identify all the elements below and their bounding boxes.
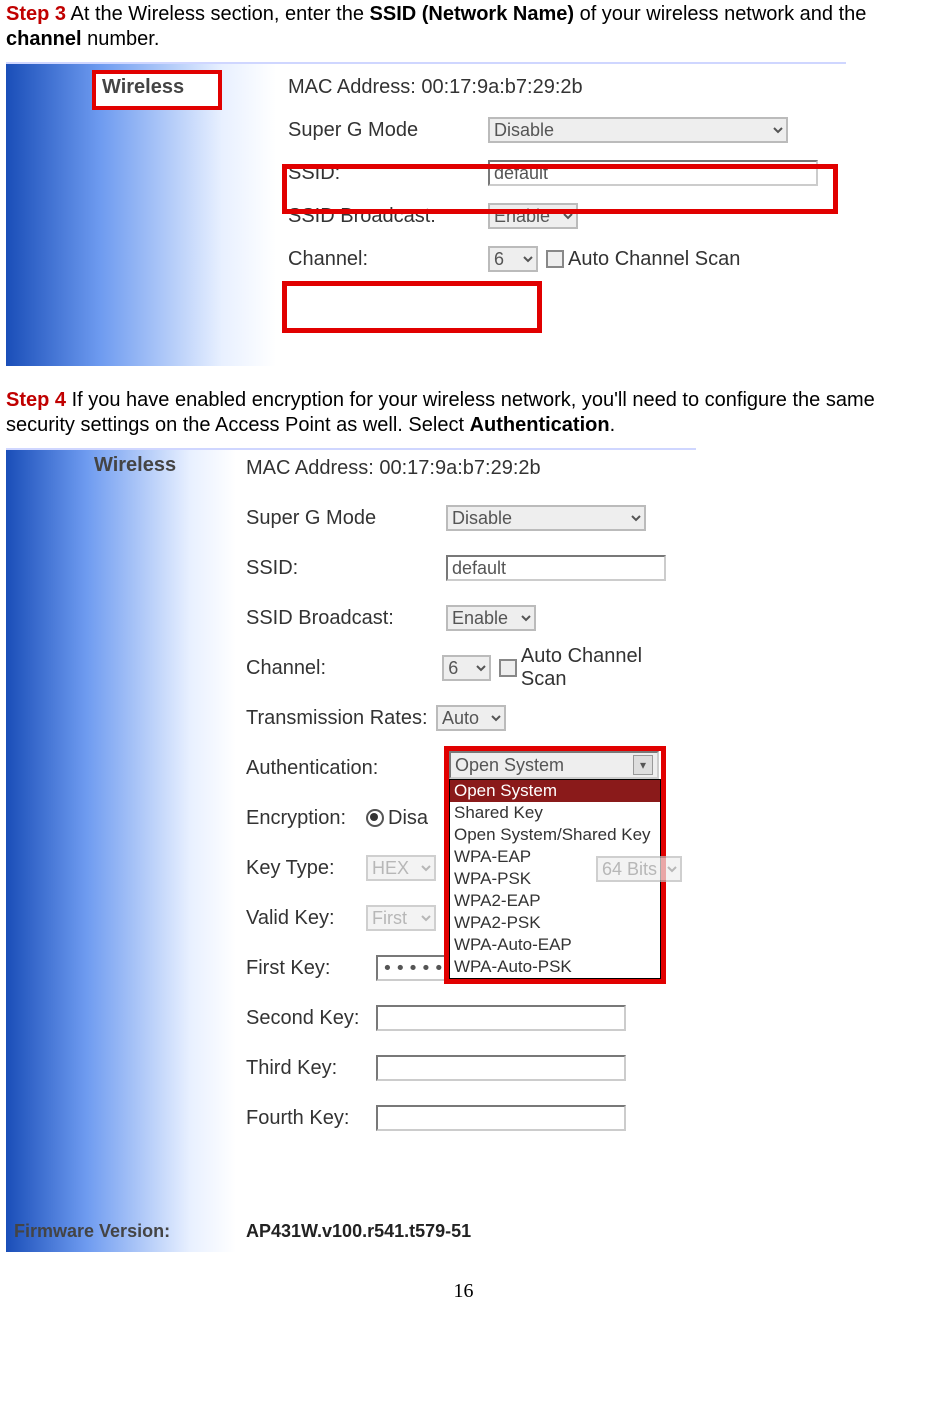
fig1-mac-address: MAC Address: 00:17:9a:b7:29:2b [288,76,583,99]
fig2-auth-option[interactable]: Open System/Shared Key [450,824,660,846]
step3-bold-b: channel [6,28,82,50]
fig2-k4-input[interactable] [376,1105,626,1131]
fig2-enc-radio[interactable] [366,809,384,827]
fig2-keytype-label: Key Type: [246,857,366,880]
fig1-ssid-label: SSID: [288,162,488,185]
step4-paragraph: Step 4 If you have enabled encryption fo… [6,388,921,438]
fig2-auth-selected: Open System [455,755,564,776]
fig2-k2-label: Second Key: [246,1007,376,1030]
chevron-down-icon: ▾ [633,755,653,775]
fig2-validkey-select: First [366,905,436,931]
page-number: 16 [6,1280,921,1303]
fig2-superg-select[interactable]: Disable [446,505,646,531]
figure-1: Wireless MAC Address: 00:17:9a:b7:29:2b … [6,62,846,366]
fig2-ssid-label: SSID: [246,557,446,580]
fig2-autoscan-label: Auto Channel Scan [521,645,690,691]
fig1-config-area: MAC Address: 00:17:9a:b7:29:2b Super G M… [288,70,836,287]
fig2-tx-select[interactable]: Auto [436,705,506,731]
fig1-channel-select[interactable]: 6 [488,246,538,272]
fig2-channel-select[interactable]: 6 [442,655,491,681]
step3-text-a: At the Wireless section, enter the [66,3,369,25]
fig2-auth-option[interactable]: WPA2-PSK [450,912,660,934]
fig2-keytype-select: HEX [366,855,436,881]
step4-bold-a: Authentication [470,414,610,436]
fig2-k1-label: First Key: [246,957,376,980]
fig2-channel-label: Channel: [246,657,442,680]
step4-text-b: . [610,414,616,436]
fig2-auth-label: Authentication: [246,757,446,780]
fig2-enc-value: Disa [388,807,428,830]
fig2-auth-option[interactable]: Shared Key [450,802,660,824]
fig1-superg-label: Super G Mode [288,119,488,142]
fig2-superg-label: Super G Mode [246,507,446,530]
fig2-broadcast-select[interactable]: Enable [446,605,536,631]
fig1-superg-select[interactable]: Disable [488,117,788,143]
fig2-firmware-label: Firmware Version: [14,1221,170,1242]
step4-label: Step 4 [6,389,66,411]
fig2-sidebar [6,450,236,1252]
fig2-k2-input[interactable] [376,1005,626,1031]
step3-paragraph: Step 3 At the Wireless section, enter th… [6,2,921,52]
fig2-k3-label: Third Key: [246,1057,376,1080]
fig2-wireless-header: Wireless [94,454,176,477]
fig1-autoscan-checkbox[interactable] [546,250,564,268]
fig2-mac-address: MAC Address: 00:17:9a:b7:29:2b [246,457,541,480]
fig2-keysize-select: 64 Bits [596,856,682,882]
fig2-enc-label: Encryption: [246,807,366,830]
fig2-validkey-label: Valid Key: [246,907,366,930]
fig1-broadcast-label: SSID Broadcast: [288,205,488,228]
fig2-autoscan-checkbox[interactable] [499,659,517,677]
fig2-auth-option[interactable]: Open System [450,780,660,802]
fig1-autoscan-label: Auto Channel Scan [568,248,740,271]
step3-text-b: of your wireless network and the [574,3,866,25]
fig1-channel-highlight [282,281,542,333]
fig1-channel-label: Channel: [288,248,488,271]
fig2-auth-option[interactable]: WPA-Auto-PSK [450,956,660,978]
step3-text-c: number. [82,28,160,50]
fig1-ssid-input[interactable] [488,160,818,186]
fig2-auth-option[interactable]: WPA-Auto-EAP [450,934,660,956]
fig2-broadcast-label: SSID Broadcast: [246,607,446,630]
fig2-k4-label: Fourth Key: [246,1107,376,1130]
fig2-auth-select[interactable]: Open System ▾ [449,751,659,779]
step4-text-a: If you have enabled encryption for your … [6,389,875,436]
fig1-broadcast-select[interactable]: Enable [488,203,578,229]
fig1-wireless-header: Wireless [92,70,222,110]
fig2-auth-option[interactable]: WPA2-EAP [450,890,660,912]
fig2-tx-label: Transmission Rates: [246,707,436,730]
fig2-firmware-value: AP431W.v100.r541.t579-51 [246,1221,471,1242]
fig2-ssid-input[interactable] [446,555,666,581]
step3-bold-a: SSID (Network Name) [370,3,575,25]
step3-label: Step 3 [6,3,66,25]
fig2-k3-input[interactable] [376,1055,626,1081]
figure-2: Wireless Firmware Version: AP431W.v100.r… [6,448,696,1252]
